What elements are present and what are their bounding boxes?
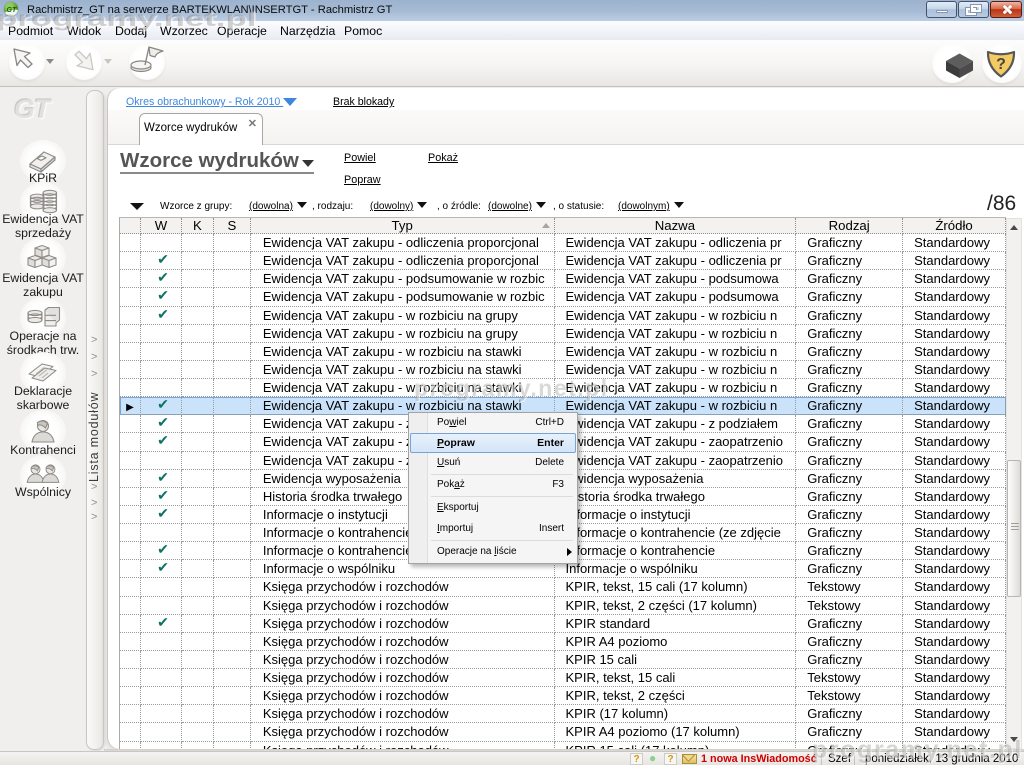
svg-text:?: ? xyxy=(996,56,1006,73)
